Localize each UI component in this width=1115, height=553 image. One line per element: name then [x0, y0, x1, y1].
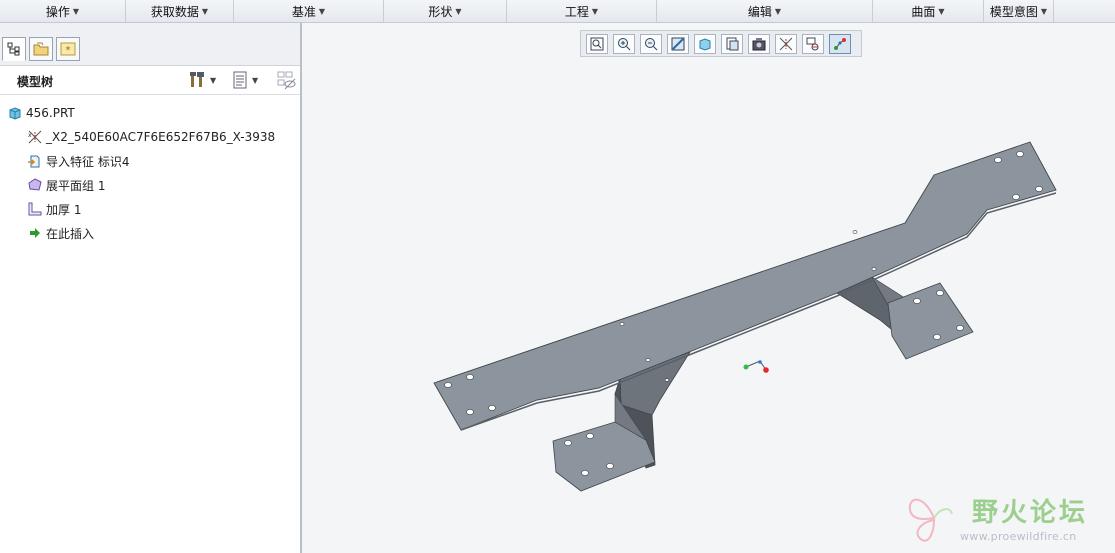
tree-item-coordinate-system[interactable]: x _X2_540E60AC7F6E652F67B6_X-3938	[27, 127, 275, 147]
saved-views-button[interactable]	[721, 33, 743, 54]
ribbon-group-engineering[interactable]: 工程 ▼	[507, 0, 657, 22]
display-style-button[interactable]	[694, 33, 716, 54]
ribbon-group-shapes[interactable]: 形状 ▼	[384, 0, 507, 22]
tree-item-thicken[interactable]: 加厚 1	[27, 199, 81, 219]
dropdown-arrow-icon: ▼	[455, 6, 462, 16]
view-manager-icon	[752, 37, 766, 50]
graphics-toolbar	[580, 30, 862, 57]
refit-icon	[590, 37, 604, 50]
svg-text:x: x	[28, 132, 32, 139]
datum-display-button[interactable]	[775, 33, 797, 54]
ribbon-group-model-intent[interactable]: 模型意图 ▼	[984, 0, 1054, 22]
dropdown-arrow-icon: ▼	[938, 6, 945, 16]
graphics-window[interactable]	[304, 60, 1115, 553]
ribbon-group-bar: 操作 ▼ 获取数据 ▼ 基准 ▼ 形状 ▼ 工程 ▼ 编辑 ▼ 曲面 ▼ 模型意图 ▼	[0, 0, 1115, 23]
display-style-icon	[699, 37, 711, 51]
repaint-icon	[671, 37, 685, 50]
watermark-text: 野火论坛	[972, 498, 1089, 528]
tab-folder-browser[interactable]	[29, 37, 53, 61]
annotation-display-icon	[834, 37, 846, 50]
model-tree-title: 模型树	[17, 75, 54, 89]
dropdown-arrow-icon: ▼	[1040, 6, 1048, 16]
spin-center-button[interactable]	[802, 33, 824, 54]
show-list-icon	[233, 71, 247, 89]
repaint-button[interactable]	[667, 33, 689, 54]
ribbon-group-datum[interactable]: 基准 ▼	[234, 0, 384, 22]
watermark-url: www.proewildfire.cn	[960, 530, 1077, 543]
tree-show-button[interactable]: ▼	[232, 70, 258, 90]
tools-icon	[190, 72, 204, 87]
dropdown-arrow-icon: ▼	[72, 6, 80, 16]
dropdown-arrow-icon: ▼	[252, 75, 259, 85]
coordinate-triad	[743, 360, 769, 373]
insert-here-arrow-icon	[27, 225, 43, 241]
zoom-out-icon	[645, 37, 658, 50]
dropdown-arrow-icon: ▼	[774, 6, 782, 16]
zoom-in-button[interactable]	[613, 33, 635, 54]
tree-item-part[interactable]: 456.PRT	[7, 103, 75, 123]
saved-views-icon	[726, 37, 739, 50]
thicken-icon	[27, 201, 43, 217]
filter-hidden-icon	[277, 71, 296, 90]
svg-text:*: *	[66, 45, 71, 56]
model-tree-header: 模型树 ▼ ▼	[0, 66, 300, 95]
flatten-quilt-icon	[27, 177, 43, 193]
datum-display-icon	[779, 37, 793, 50]
zoom-out-button[interactable]	[640, 33, 662, 54]
main-beam-flange	[433, 141, 1057, 431]
tree-filter-button[interactable]	[277, 70, 297, 90]
zoom-in-icon	[618, 37, 631, 50]
dropdown-arrow-icon: ▼	[318, 6, 326, 16]
tree-item-import-feature[interactable]: 导入特征 标识4	[27, 151, 129, 171]
dropdown-arrow-icon: ▼	[591, 6, 599, 16]
tree-item-flatten-quilt[interactable]: 展平面组 1	[27, 175, 105, 195]
ribbon-group-get-data[interactable]: 获取数据 ▼	[126, 0, 234, 22]
tab-model-tree[interactable]	[2, 37, 26, 61]
part-icon	[7, 105, 23, 121]
right-bracket	[836, 276, 974, 360]
navigator-tabs: *	[0, 23, 300, 66]
model-tree-icon	[7, 42, 20, 56]
dropdown-arrow-icon: ▼	[210, 75, 217, 85]
watermark: 野火论坛 www.proewildfire.cn	[902, 486, 1112, 550]
navigator-panel: * 模型树 ▼ ▼ 456.PRT x _X2_540E60AC7F6E652F…	[0, 23, 302, 553]
view-manager-button[interactable]	[748, 33, 770, 54]
ribbon-group-editing[interactable]: 编辑 ▼	[657, 0, 873, 22]
spin-center-icon	[806, 37, 819, 50]
folder-browser-icon	[33, 42, 49, 56]
coordinate-system-icon: x	[27, 129, 43, 145]
favorites-icon: *	[60, 42, 76, 56]
dropdown-arrow-icon: ▼	[201, 6, 209, 16]
ribbon-group-surfaces[interactable]: 曲面 ▼	[873, 0, 984, 22]
annotation-display-button[interactable]	[829, 33, 851, 54]
butterfly-logo-icon	[908, 498, 953, 542]
refit-button[interactable]	[586, 33, 608, 54]
tab-favorites[interactable]: *	[56, 37, 80, 61]
tree-settings-button[interactable]: ▼	[188, 70, 216, 90]
tree-item-insert-here[interactable]: 在此插入	[27, 223, 94, 243]
ribbon-group-operations[interactable]: 操作 ▼	[0, 0, 126, 22]
import-feature-icon	[27, 153, 43, 169]
